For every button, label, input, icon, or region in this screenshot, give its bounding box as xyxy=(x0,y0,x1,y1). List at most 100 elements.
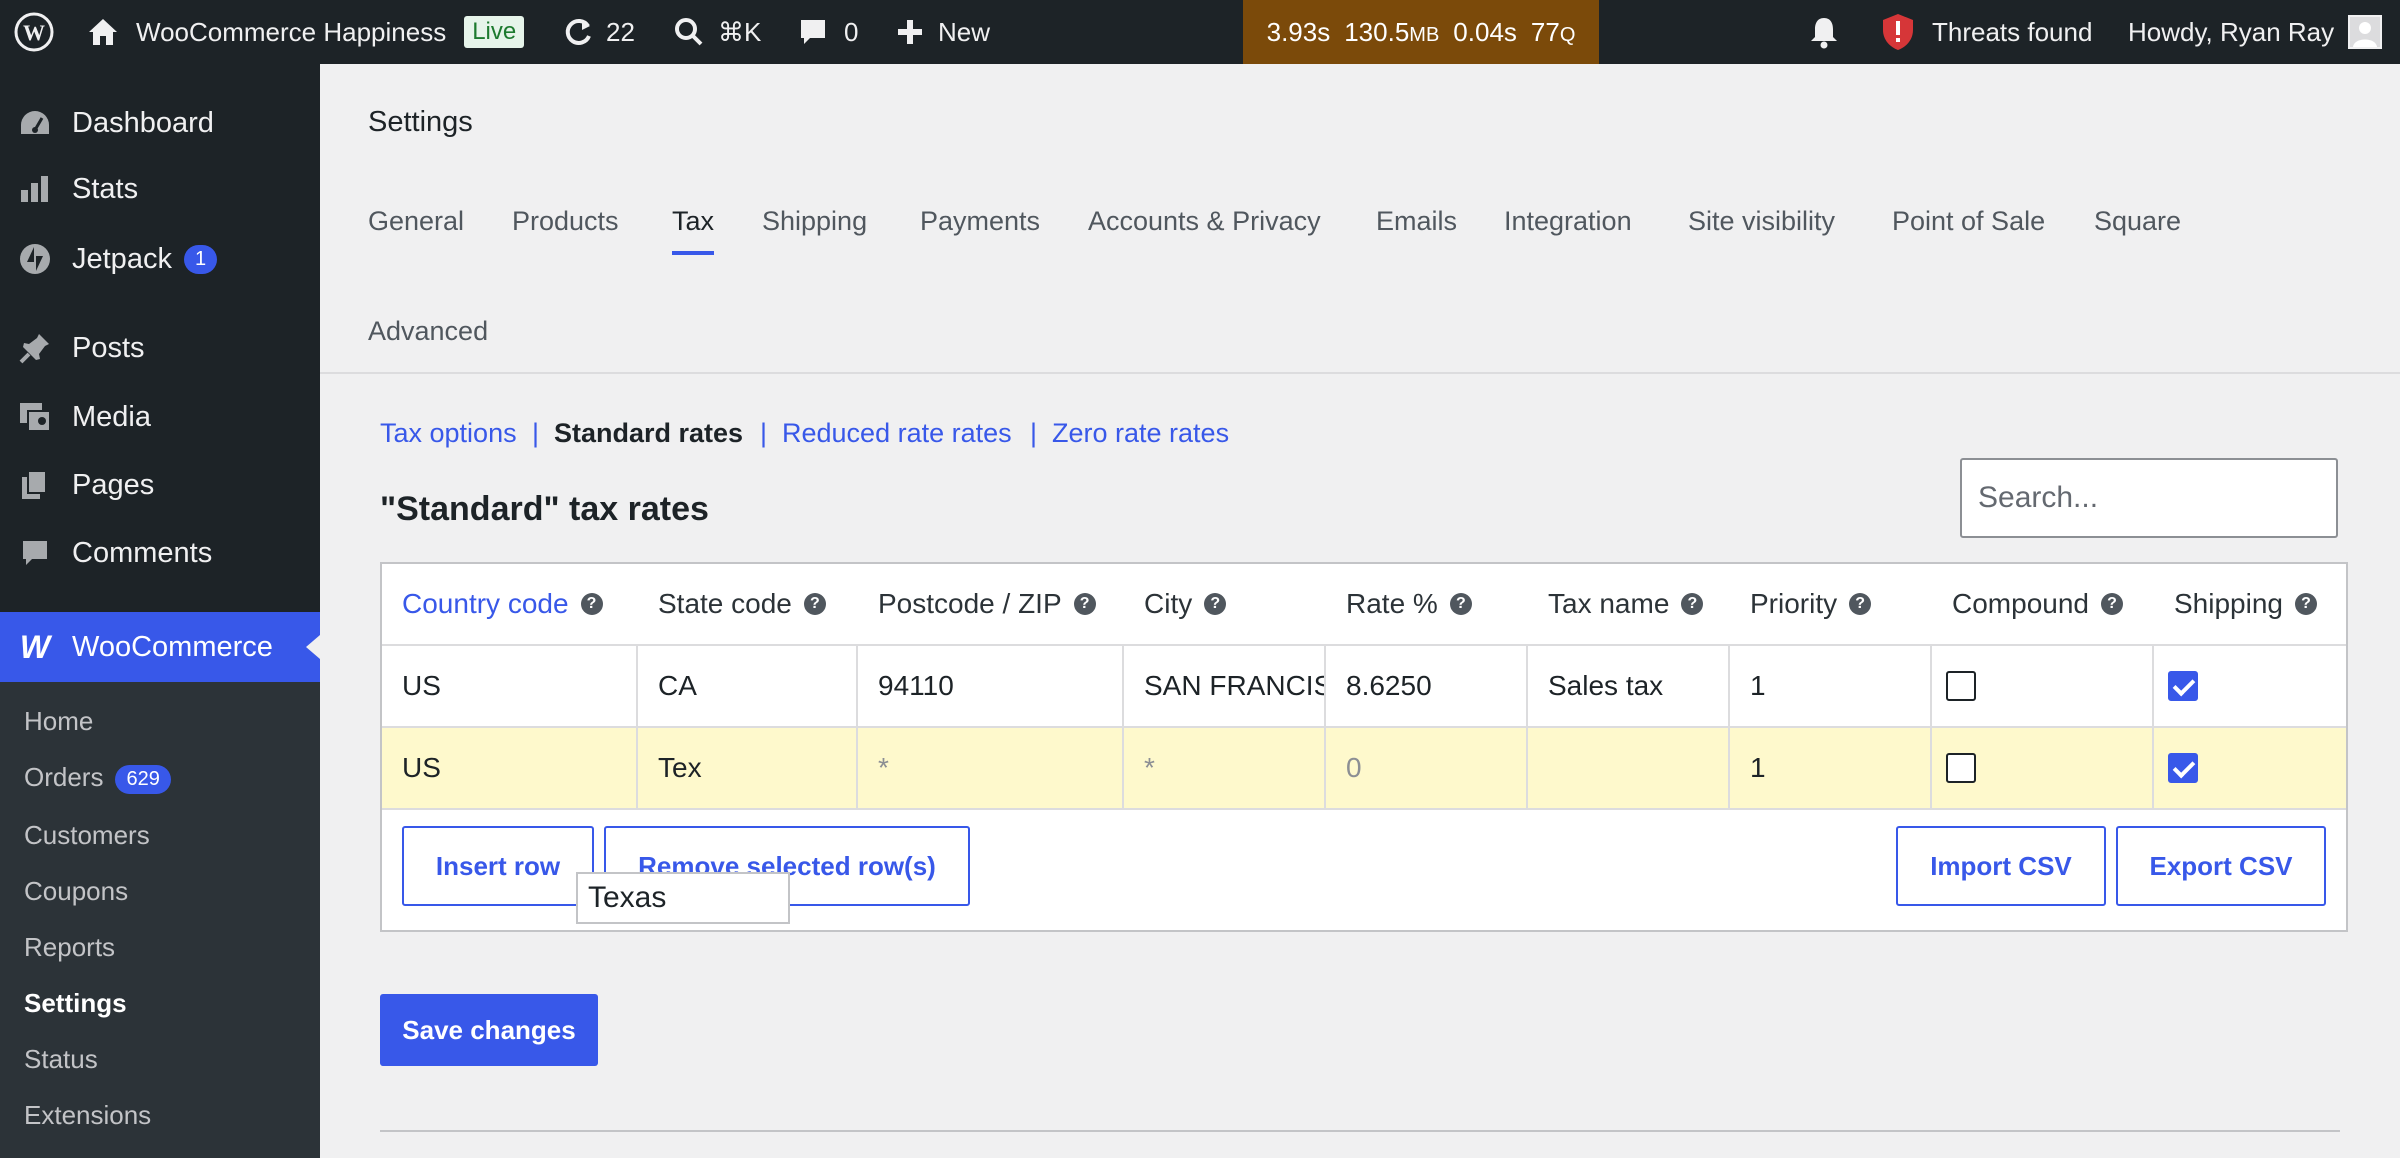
sidebar-item-media[interactable]: Media xyxy=(0,388,320,446)
qm-db-time: 0.04s xyxy=(1453,16,1517,47)
import-csv-button[interactable]: Import CSV xyxy=(1896,826,2106,906)
tab-shipping[interactable]: Shipping xyxy=(762,206,867,237)
state-cell[interactable]: CA xyxy=(638,646,858,726)
sidebar-item-jetpack[interactable]: Jetpack 1 xyxy=(0,230,320,288)
state-cell[interactable]: Tex xyxy=(638,728,858,808)
new-label: New xyxy=(938,16,991,47)
submenu-coupons[interactable]: Coupons xyxy=(24,876,128,907)
site-name: WooCommerce Happiness xyxy=(136,16,447,47)
city-cell[interactable]: SAN FRANCISCO xyxy=(1124,646,1326,726)
query-monitor[interactable]: 3.93s 130.5MB 0.04s 77Q xyxy=(1243,0,1599,64)
account-menu[interactable]: Howdy, Ryan Ray xyxy=(2128,0,2383,64)
export-csv-button[interactable]: Export CSV xyxy=(2116,826,2326,906)
sidebar-item-pages[interactable]: Pages xyxy=(0,456,320,514)
threats-label: Threats found xyxy=(1932,16,2093,47)
help-icon[interactable]: ? xyxy=(1681,593,1704,615)
help-icon[interactable]: ? xyxy=(2100,593,2123,615)
submenu-orders[interactable]: Orders 629 xyxy=(24,762,171,794)
save-changes-button[interactable]: Save changes xyxy=(380,994,598,1066)
updates-count: 22 xyxy=(606,16,635,47)
comments-link[interactable]: 0 xyxy=(798,0,858,64)
sidebar-item-comments[interactable]: Comments xyxy=(0,524,320,582)
tab-general[interactable]: General xyxy=(368,206,464,237)
subsection-standard-rates[interactable]: Standard rates xyxy=(554,418,743,449)
priority-cell[interactable]: 1 xyxy=(1730,728,1932,808)
help-icon[interactable]: ? xyxy=(2294,593,2317,615)
submenu-reports[interactable]: Reports xyxy=(24,932,115,963)
tab-site-visibility[interactable]: Site visibility xyxy=(1688,206,1835,237)
sidebar-item-dashboard[interactable]: Dashboard xyxy=(0,94,320,152)
subsection-tax-options[interactable]: Tax options xyxy=(380,418,517,449)
search-icon xyxy=(674,17,704,47)
pages-icon xyxy=(17,468,53,502)
search-shortcut: ⌘K xyxy=(718,16,762,47)
command-search[interactable]: ⌘K xyxy=(674,0,761,64)
submenu-customers[interactable]: Customers xyxy=(24,820,150,851)
page-title: Settings xyxy=(368,106,473,138)
comment-icon xyxy=(798,17,828,47)
site-home-link[interactable]: WooCommerce Happiness Live xyxy=(86,0,525,64)
qm-queries: 77Q xyxy=(1530,16,1576,47)
greeting: Howdy, Ryan Ray xyxy=(2128,16,2335,47)
comments-count: 0 xyxy=(844,16,859,47)
rate-cell[interactable]: 8.6250 xyxy=(1326,646,1528,726)
wordpress-logo-icon[interactable]: W xyxy=(14,0,54,64)
help-icon[interactable]: ? xyxy=(803,593,826,615)
updates-link[interactable]: 22 xyxy=(562,0,635,64)
subsection-separator: | xyxy=(1030,418,1038,448)
live-badge: Live xyxy=(464,16,525,48)
submenu-status[interactable]: Status xyxy=(24,1044,98,1075)
column-header-shipping: Shipping? xyxy=(2174,564,2317,644)
help-icon[interactable]: ? xyxy=(1849,593,1872,615)
city-cell[interactable]: * xyxy=(1124,728,1326,808)
compound-checkbox[interactable] xyxy=(1946,753,1976,783)
sidebar-item-stats[interactable]: Stats xyxy=(0,160,320,218)
notifications-bell[interactable] xyxy=(1808,0,1840,64)
postcode-cell[interactable]: 94110 xyxy=(858,646,1124,726)
country-cell[interactable]: US xyxy=(382,646,638,726)
tax-name-cell[interactable]: Sales tax xyxy=(1528,646,1730,726)
postcode-cell[interactable]: * xyxy=(858,728,1124,808)
submenu-extensions[interactable]: Extensions xyxy=(24,1100,151,1131)
compound-checkbox[interactable] xyxy=(1946,671,1976,701)
threats-link[interactable]: Threats found xyxy=(1880,0,2092,64)
submenu-home[interactable]: Home xyxy=(24,706,93,737)
subsection-separator: | xyxy=(532,418,540,448)
help-icon[interactable]: ? xyxy=(1449,593,1472,615)
table-row[interactable]: US CA 94110 SAN FRANCISCO 8.6250 Sales t… xyxy=(382,644,2346,726)
tab-integration[interactable]: Integration xyxy=(1504,206,1632,237)
column-header-compound: Compound? xyxy=(1952,564,2123,644)
shipping-checkbox[interactable] xyxy=(2168,753,2198,783)
column-header-country[interactable]: Country code? xyxy=(402,564,603,644)
tab-products[interactable]: Products xyxy=(512,206,619,237)
tab-point-of-sale[interactable]: Point of Sale xyxy=(1892,206,2045,237)
tab-tax[interactable]: Tax xyxy=(672,206,715,255)
shipping-checkbox[interactable] xyxy=(2168,671,2198,701)
pin-icon xyxy=(17,331,53,365)
submenu-settings[interactable]: Settings xyxy=(24,988,127,1019)
tax-name-cell[interactable] xyxy=(1528,728,1730,808)
help-icon[interactable]: ? xyxy=(580,593,603,615)
search-input[interactable] xyxy=(1960,458,2338,538)
new-content-link[interactable]: New xyxy=(896,0,990,64)
state-autocomplete-option[interactable]: Texas xyxy=(576,872,790,924)
rate-cell[interactable]: 0 xyxy=(1326,728,1528,808)
tab-advanced[interactable]: Advanced xyxy=(368,316,488,347)
jetpack-icon xyxy=(17,242,53,276)
woo-icon: W xyxy=(14,630,56,664)
help-icon[interactable]: ? xyxy=(1073,593,1096,615)
tab-square[interactable]: Square xyxy=(2094,206,2181,237)
subsection-reduced-rates[interactable]: Reduced rate rates xyxy=(782,418,1012,449)
dashboard-icon xyxy=(17,106,53,140)
tab-payments[interactable]: Payments xyxy=(920,206,1040,237)
country-cell[interactable]: US xyxy=(382,728,638,808)
subsection-zero-rates[interactable]: Zero rate rates xyxy=(1052,418,1229,449)
sidebar-item-posts[interactable]: Posts xyxy=(0,319,320,377)
priority-cell[interactable]: 1 xyxy=(1730,646,1932,726)
table-row-selected[interactable]: US Tex * * 0 1 xyxy=(382,726,2346,808)
tab-accounts-privacy[interactable]: Accounts & Privacy xyxy=(1088,206,1321,237)
sidebar-item-woocommerce[interactable]: W WooCommerce xyxy=(0,612,320,682)
help-icon[interactable]: ? xyxy=(1204,593,1227,615)
insert-row-button[interactable]: Insert row xyxy=(402,826,594,906)
tab-emails[interactable]: Emails xyxy=(1376,206,1457,237)
